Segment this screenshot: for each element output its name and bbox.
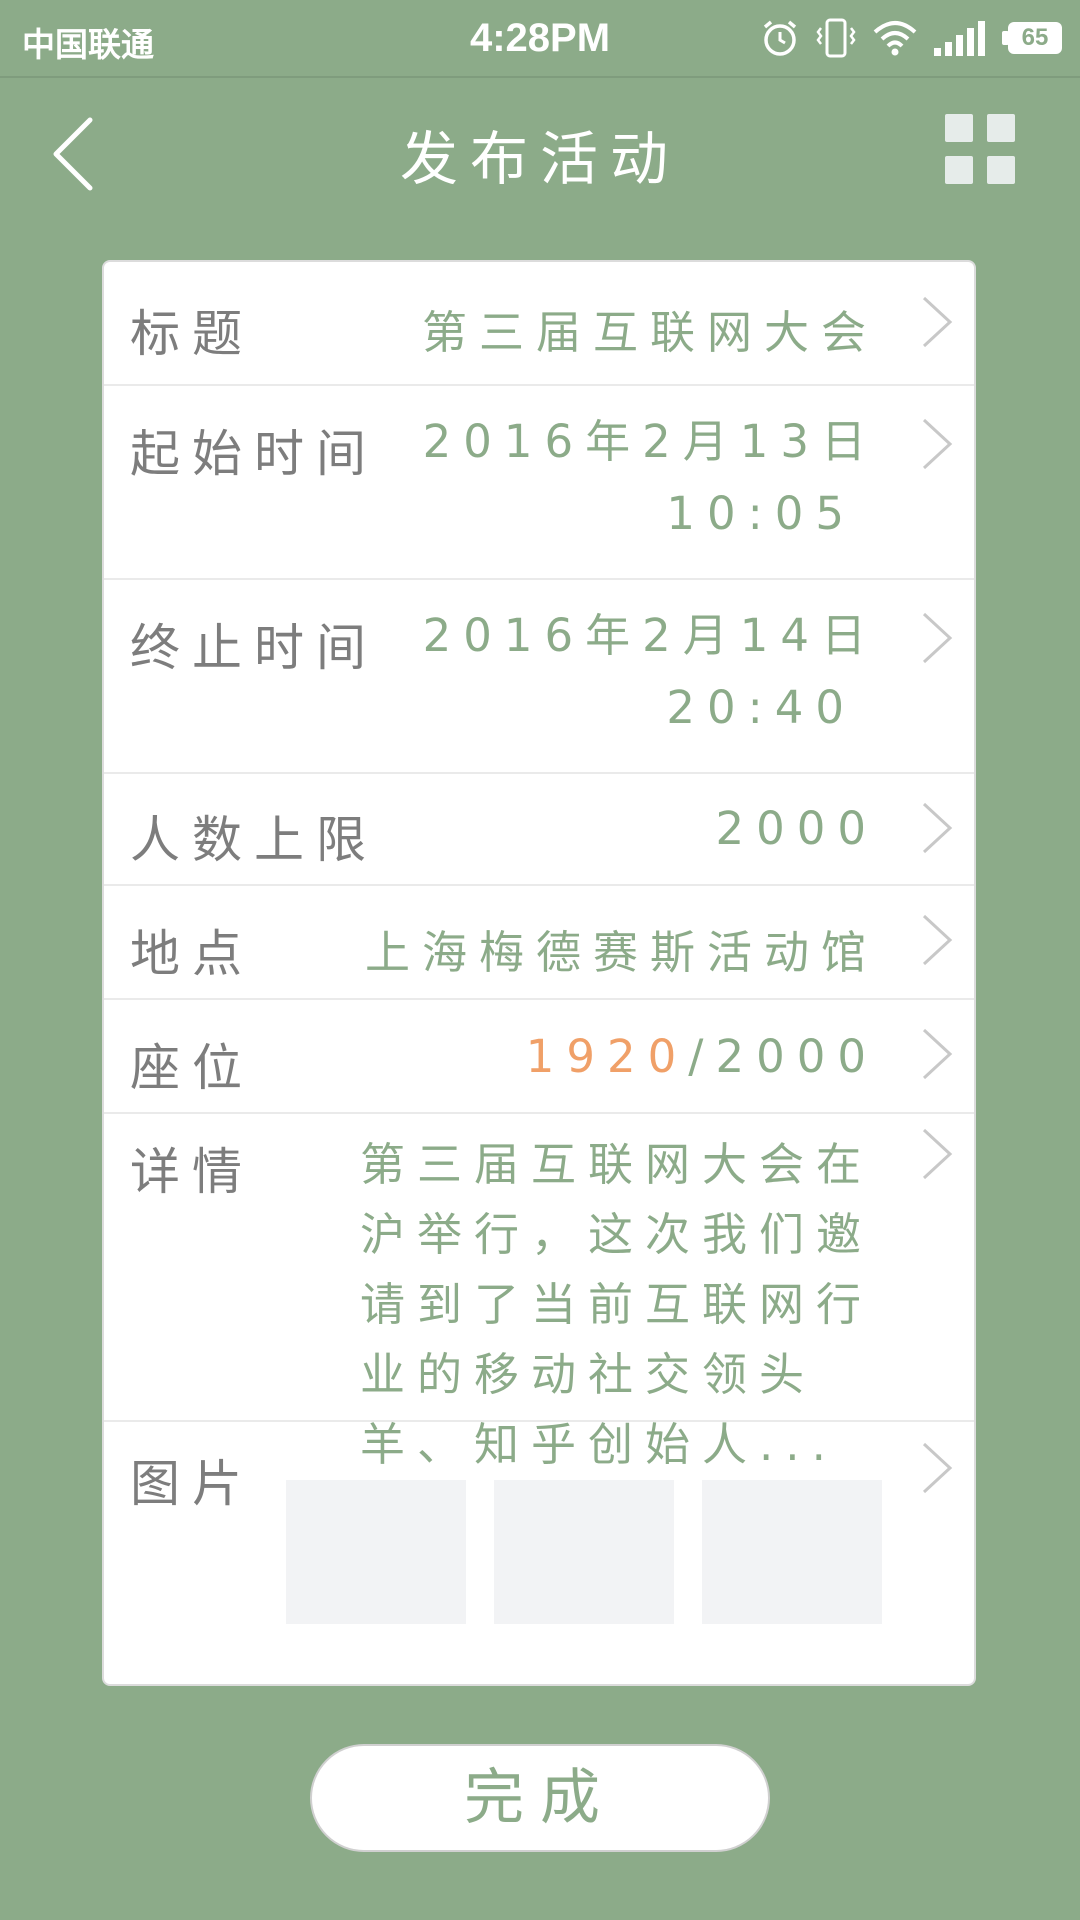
chevron-right-icon bbox=[920, 416, 954, 472]
grid-menu-icon bbox=[945, 114, 973, 142]
title-label: 标题 bbox=[130, 305, 254, 363]
chevron-right-icon bbox=[920, 1440, 954, 1496]
end-clock: 20:40 bbox=[666, 681, 856, 734]
end-time-label: 终止时间 bbox=[130, 619, 378, 677]
signal-icon bbox=[932, 18, 988, 58]
location-value: 上海梅德赛斯活动馆 bbox=[364, 926, 878, 979]
pictures-row[interactable]: 图片 bbox=[104, 1420, 974, 1684]
vibrate-icon bbox=[814, 16, 858, 60]
end-time-value: 2016年2月14日 20:40 bbox=[423, 600, 878, 744]
seats-taken: 1920 bbox=[525, 1030, 689, 1083]
details-row[interactable]: 详情 第三届互联网大会在沪举行，这次我们邀请到了当前互联网行业的移动社交领头羊、… bbox=[104, 1112, 974, 1471]
battery-level: 65 bbox=[1021, 24, 1049, 51]
capacity-row[interactable]: 人数上限 2000 bbox=[104, 772, 974, 886]
battery-icon: 65 bbox=[1002, 20, 1062, 56]
capacity-label: 人数上限 bbox=[130, 811, 378, 869]
event-form-card: 标题 第三届互联网大会 起始时间 2016年2月13日 10:05 终止时间 2… bbox=[102, 260, 976, 1686]
chevron-right-icon bbox=[920, 1026, 954, 1082]
title-value: 第三届互联网大会 bbox=[421, 306, 878, 359]
details-label: 详情 bbox=[130, 1143, 254, 1201]
end-date: 2016年2月14日 bbox=[422, 609, 878, 662]
status-bar: 中国联通 4:28PM 65 bbox=[0, 0, 1080, 78]
title-row[interactable]: 标题 第三届互联网大会 bbox=[104, 262, 974, 386]
location-label: 地点 bbox=[130, 925, 254, 983]
chevron-right-icon bbox=[920, 1126, 954, 1182]
end-time-row[interactable]: 终止时间 2016年2月14日 20:40 bbox=[104, 578, 974, 774]
chevron-right-icon bbox=[920, 294, 954, 350]
capacity-value: 2000 bbox=[715, 802, 878, 855]
pictures-label: 图片 bbox=[130, 1455, 254, 1513]
seats-label: 座位 bbox=[130, 1039, 254, 1097]
seats-value: 1920/2000 bbox=[526, 1030, 878, 1083]
alarm-icon bbox=[760, 18, 800, 58]
chevron-right-icon bbox=[920, 800, 954, 856]
wifi-icon bbox=[872, 18, 918, 58]
seats-separator: / bbox=[688, 1030, 716, 1083]
grid-menu-button[interactable] bbox=[945, 114, 1017, 186]
done-button[interactable]: 完成 bbox=[310, 1744, 770, 1852]
page-title: 发布活动 bbox=[399, 125, 680, 193]
start-time-row[interactable]: 起始时间 2016年2月13日 10:05 bbox=[104, 384, 974, 580]
start-time-label: 起始时间 bbox=[130, 425, 378, 483]
picture-thumbnail[interactable] bbox=[494, 1480, 674, 1624]
start-time-value: 2016年2月13日 10:05 bbox=[423, 406, 878, 550]
seats-row[interactable]: 座位 1920/2000 bbox=[104, 998, 974, 1114]
chevron-right-icon bbox=[920, 912, 954, 968]
start-date: 2016年2月13日 bbox=[422, 415, 878, 468]
status-icons: 65 bbox=[760, 14, 1062, 62]
chevron-right-icon bbox=[920, 610, 954, 666]
picture-thumbnail[interactable] bbox=[702, 1480, 882, 1624]
location-row[interactable]: 地点 上海梅德赛斯活动馆 bbox=[104, 884, 974, 1000]
seats-total: 2000 bbox=[715, 1030, 878, 1083]
picture-thumbnail[interactable] bbox=[286, 1480, 466, 1624]
start-clock: 10:05 bbox=[666, 487, 856, 540]
